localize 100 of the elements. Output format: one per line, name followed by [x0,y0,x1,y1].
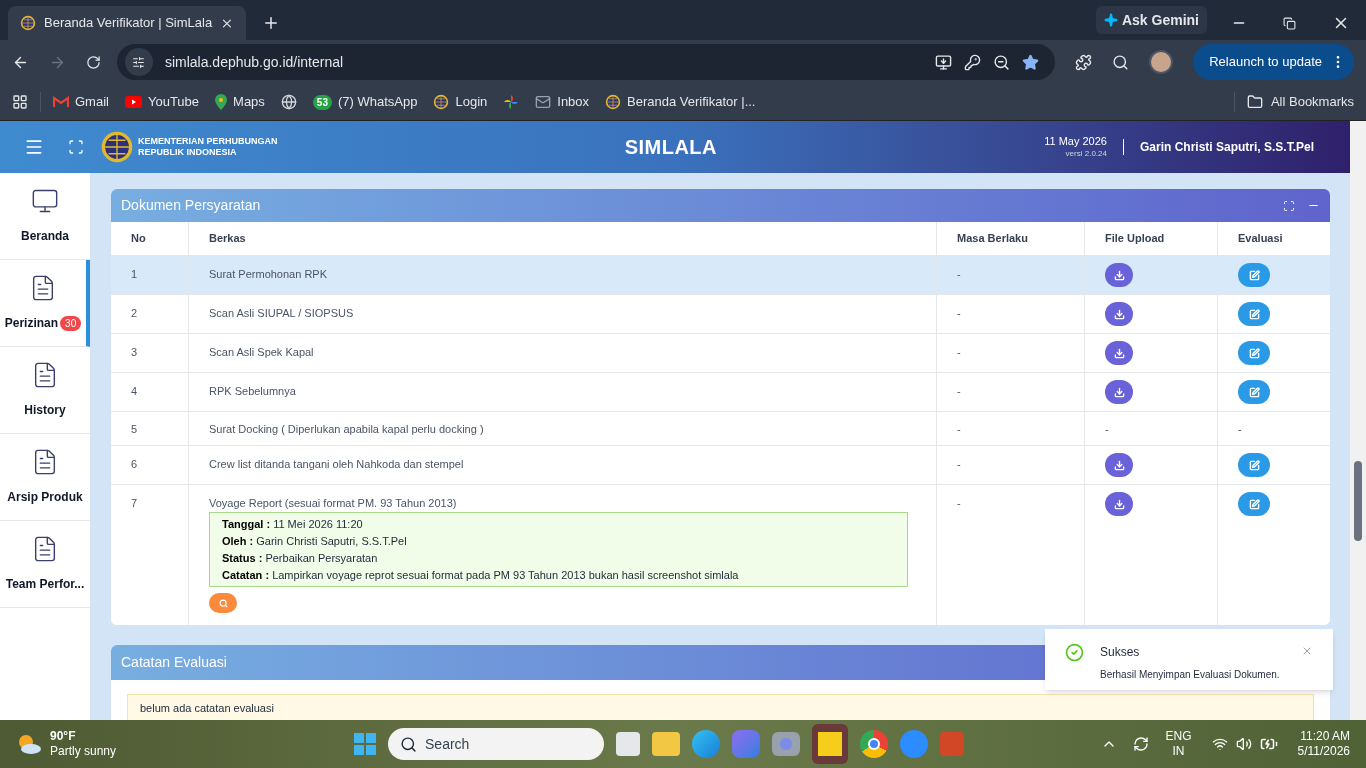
table-cell: - [957,423,961,435]
star-icon[interactable] [1022,53,1040,71]
weather-icon [16,733,42,755]
new-tab-icon[interactable] [262,14,280,32]
download-icon [1113,308,1125,320]
table-row[interactable]: 2 Scan Asli SIUPAL / SIOPSUS - [111,294,1330,333]
folder-app-icon[interactable] [652,732,681,756]
table-row[interactable]: 3 Scan Asli Spek Kapal - [111,333,1330,372]
note-line: Oleh : Garin Christi Saputri, S.S.T.Pel [222,534,408,548]
wifi-icon[interactable] [1211,736,1228,752]
bookmark-link[interactable]: Login [455,92,488,112]
toast-message: Berhasil Menyimpan Evaluasi Dokumen. [1100,668,1281,682]
bookmark-link[interactable]: Gmail [75,92,109,112]
bookmark-link[interactable]: Maps [233,92,265,112]
sidebar-label: Team Perfor... [5,576,85,593]
extensions-icon[interactable] [1075,53,1093,71]
table-cell-text: Voyage Report (sesuai format PM. 93 Tahun 2013) [209,496,458,511]
key-icon[interactable] [964,53,982,71]
fullscreen-icon[interactable] [68,139,84,155]
edit-button[interactable] [1238,492,1270,516]
bookmark-link[interactable]: Beranda Verifikator |... [627,92,756,112]
volume-icon[interactable] [1235,736,1252,752]
relaunch-button[interactable]: Relaunch to update [1193,44,1354,80]
edit-button[interactable] [1238,341,1270,365]
table-cell: - [1238,423,1242,435]
map-pin-icon [215,94,228,110]
download-button[interactable] [1105,263,1133,287]
search-icon [218,598,228,608]
check-circle-icon [1065,643,1084,662]
language-text[interactable]: ENG [1165,729,1192,744]
edit-button[interactable] [1238,263,1270,287]
bookmark-link[interactable]: YouTube [147,92,200,112]
download-button[interactable] [1105,453,1133,477]
bookmark-link[interactable]: Inbox [557,92,590,112]
table-cell: - [957,385,961,397]
search-icon [400,735,418,753]
table-cell-text: Scan Asli Spek Kapal [209,345,315,360]
note-line: Status : Perbaikan Persyaratan [222,551,379,565]
table-row[interactable] [111,484,1330,625]
sync-icon[interactable] [1133,736,1150,752]
clock-date[interactable]: 5/11/2026 [1297,744,1350,759]
envelope-icon [535,94,552,110]
user-name[interactable]: Garin Christi Saputri, S.S.T.Pel [1139,138,1314,156]
edit-icon [1248,498,1260,510]
edit-icon [1248,459,1260,471]
site-info-icon[interactable] [132,55,146,69]
task-view-icon[interactable] [616,732,641,756]
clock-time[interactable]: 11:20 AM [1300,729,1350,744]
install-icon[interactable] [935,53,953,71]
column-header: Masa Berlaku [957,231,1028,247]
column-header: Berkas [209,231,246,247]
table-cell: 7 [131,497,138,509]
apps-icon[interactable] [12,94,28,110]
edit-button[interactable] [1238,380,1270,404]
emblem-icon [433,94,450,110]
bookmark-link[interactable]: (7) WhatsApp [337,92,418,112]
url-text[interactable]: simlala.dephub.go.id/internal [164,51,924,73]
table-row[interactable]: 5 Surat Docking ( Diperlukan apabila kapal perlu docking ) - - - [111,411,1330,445]
ask-gemini-button[interactable]: Ask Gemini [1095,6,1207,34]
address-bar[interactable]: simlala.dephub.go.id/internal [116,44,1056,80]
download-button[interactable] [1105,492,1133,516]
note-line: Tanggal : 11 Mei 2026 11:20 [222,517,364,531]
download-icon [1113,498,1125,510]
search-icon[interactable] [1112,53,1130,71]
chrome-app-icon[interactable] [860,730,889,758]
download-button[interactable] [1105,380,1133,404]
restore-icon[interactable] [1283,16,1296,30]
download-button[interactable] [1105,341,1133,365]
expand-icon[interactable] [1283,199,1295,212]
region-text[interactable]: IN [1172,744,1185,759]
scrollbar[interactable] [1350,121,1366,720]
globe-icon[interactable] [280,94,297,110]
table-cell: - [1105,423,1109,435]
windows-start-icon[interactable] [354,733,377,755]
profile-avatar[interactable] [1149,50,1174,74]
sidebar-label: Arsip Produk [7,489,83,506]
table-cell-text: RPK Sebelumnya [209,384,297,399]
browser-tab[interactable]: Beranda Verifikator | SimLala [8,6,246,40]
zoom-out-icon[interactable] [993,53,1011,71]
download-icon [1113,347,1125,359]
menu-icon[interactable] [24,137,44,157]
sticky-notes-app-icon[interactable] [812,724,849,764]
monitor-icon [31,187,59,215]
table-cell: 1 [131,268,138,280]
taskbar-search-field[interactable]: Search [388,728,605,760]
table-row[interactable]: 1 Surat Permohonan RPK - [111,255,1330,294]
folder-icon[interactable] [1246,94,1263,110]
all-bookmarks-link[interactable]: All Bookmarks [1270,92,1354,112]
edit-icon [1248,269,1260,281]
edit-button[interactable] [1238,302,1270,326]
table-row[interactable]: 6 Crew list ditanda tangani oleh Nahkoda dan stempel - [111,445,1330,484]
reload-icon[interactable] [85,54,101,70]
panel-title: Dokumen Persyaratan [121,196,262,215]
pinwheel-icon[interactable] [503,94,520,110]
sidebar-label: Beranda [21,228,69,245]
download-button[interactable] [1105,302,1133,326]
column-header: File Upload [1105,231,1165,247]
table-row[interactable]: 4 RPK Sebelumnya - [111,372,1330,411]
empty-notice: belum ada catatan evaluasi [127,694,1314,720]
edit-button[interactable] [1238,453,1270,477]
